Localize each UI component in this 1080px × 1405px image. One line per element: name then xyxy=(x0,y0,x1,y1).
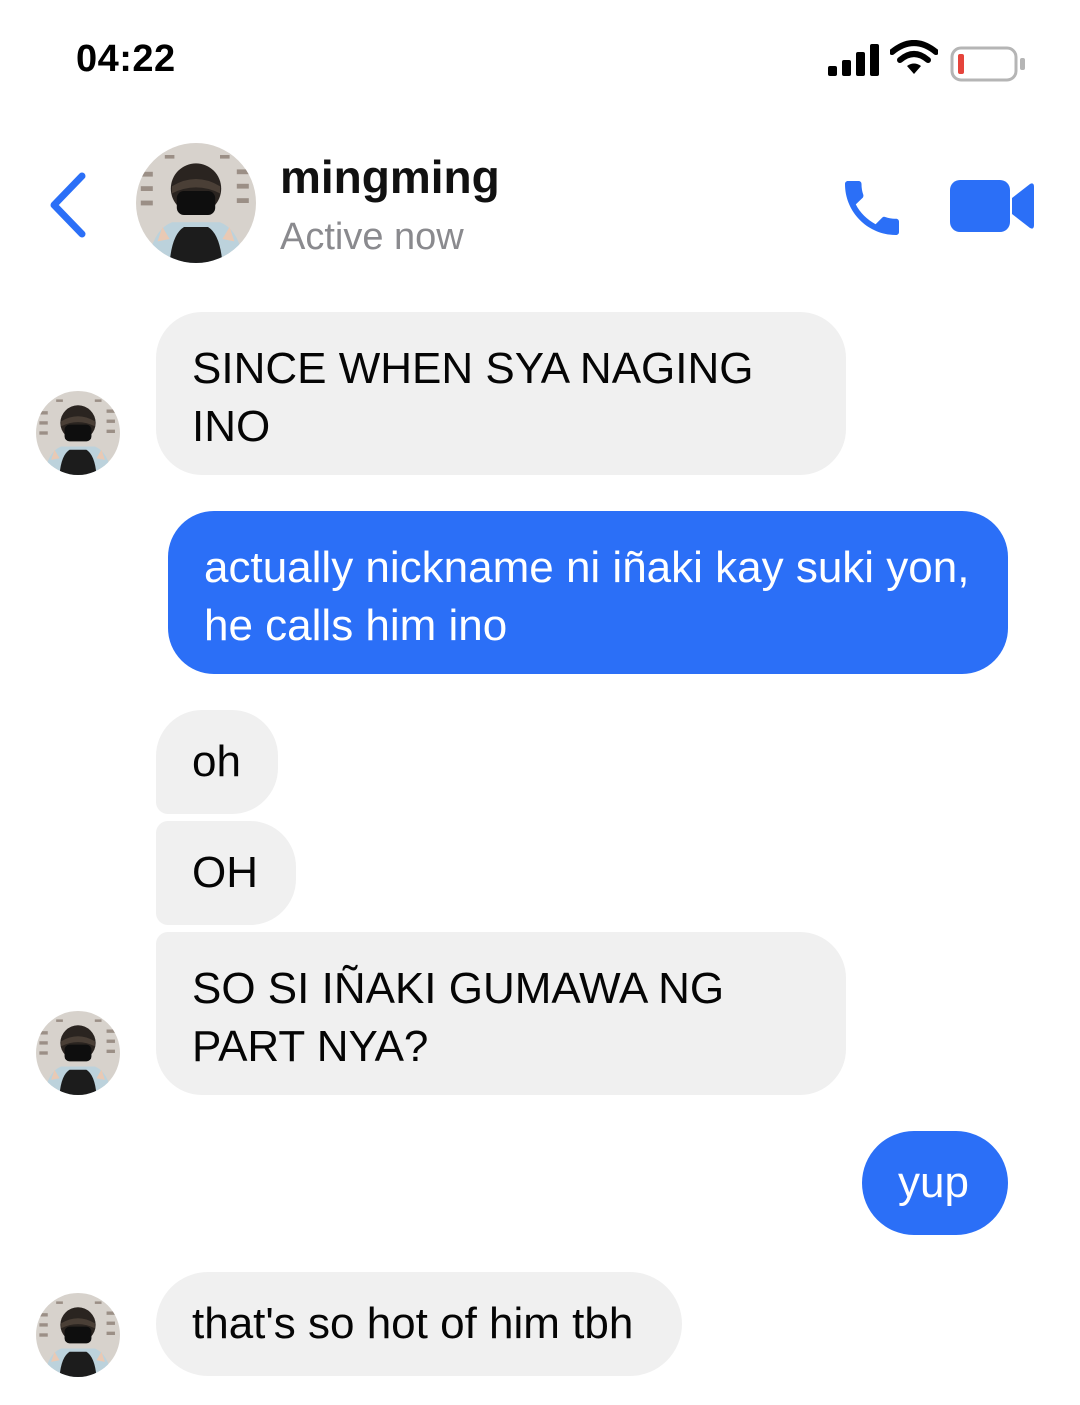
message-bubble-incoming[interactable]: OH xyxy=(156,821,296,925)
message-bubble-outgoing[interactable]: actually nickname ni iñaki kay suki yon,… xyxy=(168,511,1008,674)
message-line: OH xyxy=(192,848,258,897)
message-bubble-outgoing[interactable]: yup xyxy=(862,1131,1008,1235)
signal-icon xyxy=(828,44,879,76)
phone-icon[interactable] xyxy=(836,172,908,244)
message-line: PART NYA? xyxy=(192,1022,429,1071)
contact-avatar[interactable] xyxy=(136,143,256,263)
message-bubble-incoming[interactable]: oh xyxy=(156,710,278,814)
back-chevron-icon[interactable] xyxy=(44,170,94,240)
message-line: actually nickname ni iñaki kay suki yon, xyxy=(204,543,970,592)
message-line: yup xyxy=(898,1158,969,1207)
message-line: SO SI IÑAKI GUMAWA NG xyxy=(192,964,725,1013)
status-time: 04:22 xyxy=(76,38,176,80)
message-line: INO xyxy=(192,402,271,451)
video-camera-icon[interactable] xyxy=(950,178,1034,234)
contact-name[interactable]: mingming xyxy=(280,150,500,204)
message-line: that's so hot of him tbh xyxy=(192,1299,634,1348)
message-line: SINCE WHEN SYA NAGING xyxy=(192,344,754,393)
message-line: he calls him ino xyxy=(204,601,508,650)
sender-avatar[interactable] xyxy=(36,1293,120,1377)
wifi-icon xyxy=(890,40,938,74)
conversation-header: mingming Active now xyxy=(0,130,1080,280)
contact-status: Active now xyxy=(280,216,464,258)
message-bubble-incoming[interactable]: that's so hot of him tbh xyxy=(156,1272,682,1376)
message-bubble-incoming[interactable]: SO SI IÑAKI GUMAWA NG PART NYA? xyxy=(156,932,846,1095)
message-line: oh xyxy=(192,737,241,786)
status-bar: 04:22 xyxy=(0,0,1080,110)
sender-avatar[interactable] xyxy=(36,1011,120,1095)
sender-avatar[interactable] xyxy=(36,391,120,475)
message-bubble-incoming[interactable]: SINCE WHEN SYA NAGING INO xyxy=(156,312,846,475)
battery-icon xyxy=(950,46,1025,82)
